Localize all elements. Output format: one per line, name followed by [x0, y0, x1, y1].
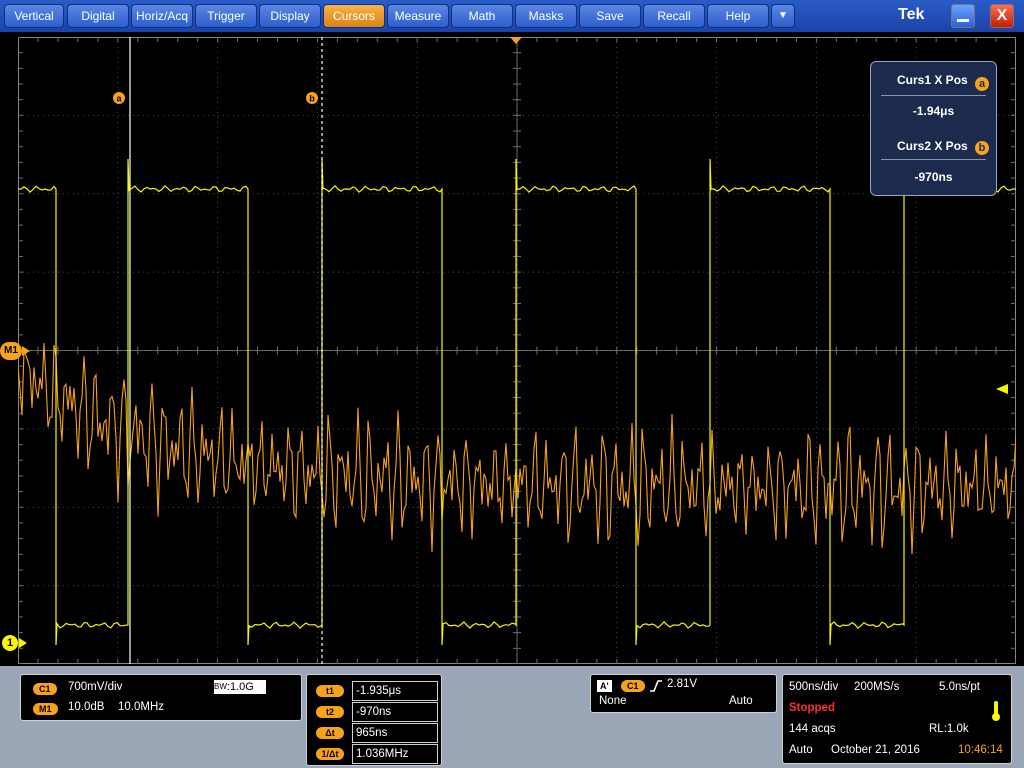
trigger-source-tag: C1 [621, 680, 645, 692]
c1-tag: C1 [33, 683, 57, 695]
acquisition-time: 10:46:14 [958, 744, 1003, 756]
waveform-display[interactable]: a b [18, 37, 1016, 664]
resolution: 5.0ns/pt [939, 681, 980, 693]
delta-t-value: 965ns [352, 723, 438, 743]
t2-value: -970ns [352, 702, 438, 722]
sample-rate: 200MS/s [854, 681, 900, 693]
menu-cursors[interactable]: Cursors [323, 4, 385, 28]
channel1-reference-marker[interactable]: 1 [2, 635, 18, 651]
close-button[interactable]: X [990, 4, 1014, 28]
curs2-badge-icon: b [975, 141, 989, 155]
bw-sub: W [219, 682, 227, 691]
curs2-label: Curs2 X Pos [897, 139, 968, 153]
cursor-readout-panel[interactable]: Curs1 X Pos a -1.94μs Curs2 X Pos b -970… [870, 61, 997, 196]
t1-value: -1.935μs [352, 681, 438, 701]
menu-math[interactable]: Math [451, 4, 513, 28]
cursor-b-label: b [309, 94, 315, 104]
trigger-a-tag: A' [597, 680, 612, 692]
acquisition-state: Stopped [789, 702, 835, 714]
curs1-value: -1.94μs [912, 104, 955, 118]
math-reference-marker[interactable]: M1 [0, 342, 22, 360]
rising-edge-icon [650, 680, 662, 692]
menu-help[interactable]: Help [707, 4, 769, 28]
menu-measure[interactable]: Measure [387, 4, 449, 28]
curs1-label: Curs1 X Pos [897, 73, 968, 87]
menu-bar: Vertical Digital Horiz/Acq Trigger Displ… [0, 0, 1024, 32]
m1-scale: 10.0dB [68, 701, 105, 713]
brand-logo: Tek [898, 6, 925, 23]
curs1-badge-icon: a [975, 77, 989, 91]
menu-recall[interactable]: Recall [643, 4, 705, 28]
menu-masks[interactable]: Masks [515, 4, 577, 28]
trigger-settings-panel[interactable]: A' C1 2.81V None Auto [590, 674, 777, 713]
minimize-button[interactable] [951, 4, 975, 28]
trigger-level: 2.81V [667, 678, 698, 690]
divider [881, 159, 986, 160]
timebase: 500ns/div [789, 681, 839, 693]
bandwidth-badge: BW:1.0G [214, 680, 266, 694]
menu-digital[interactable]: Digital [67, 4, 129, 28]
t2-tag: t2 [316, 706, 344, 718]
menu-dropdown-button[interactable]: ▼ [771, 4, 795, 28]
channel1-marker-arrow-icon [19, 638, 27, 648]
trigger-coupling: None [599, 695, 627, 707]
status-area: C1 700mV/div BW:1.0G M1 10.0dB 10.0MHz t… [0, 666, 1024, 768]
c1-scale: 700mV/div [68, 681, 123, 693]
delta-t-tag: Δt [316, 727, 344, 739]
acquisition-panel[interactable]: 500ns/div 200MS/s 5.0ns/pt Stopped 144 a… [782, 674, 1012, 764]
thermometer-icon [992, 701, 1000, 721]
inverse-delta-t-value: 1.036MHz [352, 744, 438, 764]
run-mode: Auto [789, 744, 813, 756]
m1-tag: M1 [33, 703, 58, 715]
record-length: RL:1.0k [929, 723, 969, 735]
acquisition-count: 144 acqs [789, 723, 836, 735]
trigger-mode: Auto [729, 695, 753, 707]
t1-tag: t1 [316, 685, 344, 697]
acquisition-date: October 21, 2016 [831, 744, 920, 756]
divider [881, 95, 986, 96]
vertical-settings-panel[interactable]: C1 700mV/div BW:1.0G M1 10.0dB 10.0MHz [20, 674, 302, 721]
menu-trigger[interactable]: Trigger [195, 4, 257, 28]
m1-span: 10.0MHz [118, 701, 165, 713]
menu-horiz-acq[interactable]: Horiz/Acq [131, 4, 193, 28]
math-marker-arrow-icon [22, 346, 30, 356]
inverse-delta-t-tag: 1/Δt [316, 748, 344, 760]
menu-display[interactable]: Display [259, 4, 321, 28]
bw-value: :1.0G [226, 681, 254, 693]
menu-vertical[interactable]: Vertical [4, 4, 64, 28]
curs2-value: -970ns [914, 170, 953, 184]
cursor-values-panel[interactable]: t1 -1.935μs t2 -970ns Δt 965ns 1/Δt 1.03… [306, 674, 442, 766]
menu-save[interactable]: Save [579, 4, 641, 28]
